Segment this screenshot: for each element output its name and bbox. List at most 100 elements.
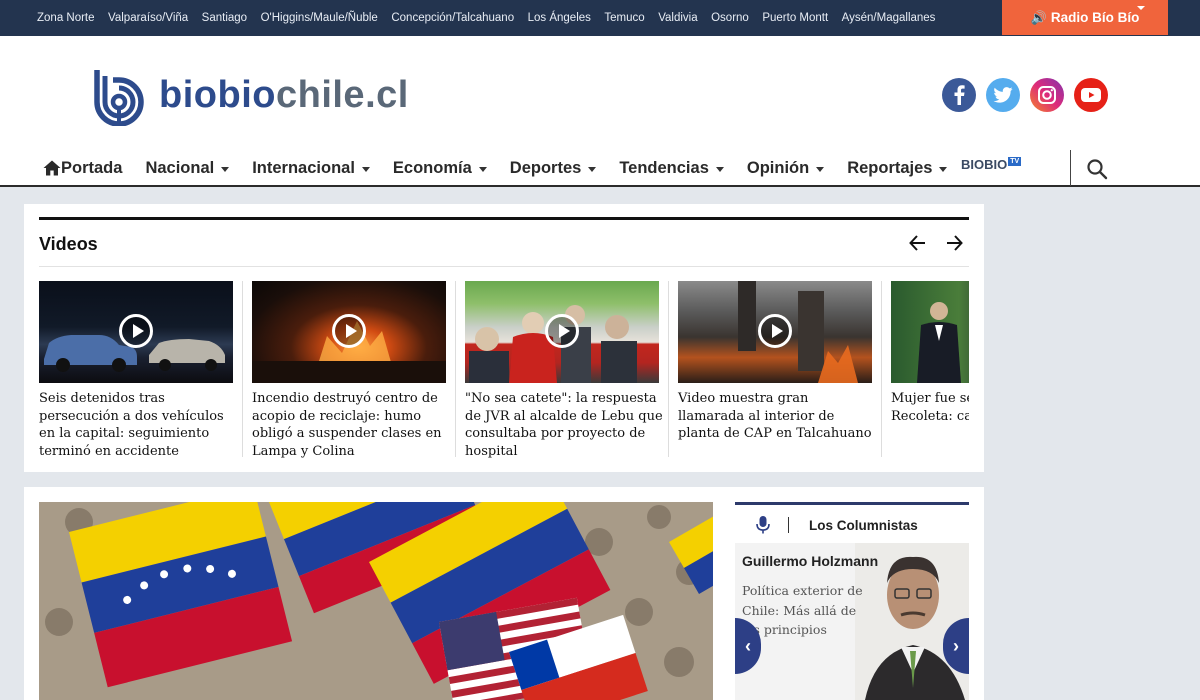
main-nav: Portada Nacional Internacional Economía … (43, 158, 970, 178)
video-thumbnail (465, 281, 659, 383)
region-link[interactable]: Aysén/Magallanes (842, 12, 936, 24)
site-logo[interactable]: biobiochile.cl (91, 66, 409, 126)
youtube-icon[interactable] (1074, 78, 1108, 112)
region-link[interactable]: Los Ángeles (528, 12, 591, 24)
region-link[interactable]: Temuco (604, 12, 644, 24)
dropdown-caret-icon (715, 166, 724, 172)
caret-down-icon (1137, 6, 1145, 10)
video-thumbnail (891, 281, 969, 383)
logo-text-part1: biobio (159, 73, 276, 116)
region-link[interactable]: Osorno (711, 12, 749, 24)
video-divider (668, 281, 669, 457)
video-thumbnail (39, 281, 233, 383)
columnist-name: Guillermo Holzmann (742, 553, 879, 569)
dropdown-caret-icon (478, 166, 487, 172)
dropdown-caret-icon (816, 166, 825, 172)
columnists-title: Los Columnistas (809, 517, 918, 533)
video-thumbnail (678, 281, 872, 383)
biobio-tv-link[interactable]: BIOBIO TV (961, 157, 1022, 172)
nav-item-nacional[interactable]: Nacional (145, 159, 230, 178)
play-icon (332, 314, 366, 348)
carousel-arrows (907, 232, 979, 254)
facebook-icon[interactable] (942, 78, 976, 112)
video-caption: Seis detenidos tras persecución a dos ve… (39, 391, 224, 459)
region-link[interactable]: Puerto Montt (762, 12, 828, 24)
region-link[interactable]: Zona Norte (37, 12, 95, 24)
site-header: biobiochile.cl Portada Nacional Internac… (0, 36, 1200, 187)
nav-item-portada[interactable]: Portada (43, 159, 122, 178)
nav-divider (1070, 150, 1071, 186)
video-item[interactable]: Mujer fue se violada por Recoleta: ca pr… (881, 281, 969, 460)
dropdown-caret-icon (221, 166, 230, 172)
hero-flags-image (39, 502, 713, 700)
video-divider (242, 281, 243, 457)
header-separator (788, 517, 789, 533)
video-divider (881, 281, 882, 457)
video-caption: Video muestra gran llamarada al interior… (678, 391, 872, 441)
radio-biobio-button[interactable]: 🔊 Radio Bío Bío (1002, 0, 1168, 35)
region-link[interactable]: Concepción/Talcahuano (391, 12, 514, 24)
nav-item-label: Opinión (746, 158, 810, 177)
video-caption: Mujer fue se violada por Recoleta: ca pr… (891, 391, 969, 424)
section-divider (39, 266, 969, 267)
videos-section: Videos Seis detenidos tras persecución a… (24, 204, 984, 472)
nav-item-tendencias[interactable]: Tendencias (619, 159, 724, 178)
video-caption: Incendio destruyó centro de acopio de re… (252, 391, 442, 459)
region-link[interactable]: Valparaíso/Viña (108, 12, 188, 24)
arrow-right-icon[interactable] (943, 232, 965, 254)
biobio-logo-icon (94, 70, 144, 126)
region-link[interactable]: Valdivia (658, 12, 697, 24)
arrow-left-icon[interactable] (907, 232, 929, 254)
play-icon (119, 314, 153, 348)
logo-wordmark: biobiochile.cl (159, 74, 409, 117)
video-item[interactable]: Video muestra gran llamarada al interior… (668, 281, 872, 460)
region-links: Zona Norte Valparaíso/Viña Santiago O'Hi… (37, 0, 949, 36)
video-item[interactable]: Incendio destruyó centro de acopio de re… (242, 281, 446, 460)
video-caption: "No sea catete": la respuesta de JVR al … (465, 391, 663, 459)
social-links (942, 78, 1118, 112)
chevron-right-icon: › (953, 635, 959, 656)
tv-badge: TV (1008, 157, 1022, 166)
search-icon[interactable] (1086, 158, 1108, 180)
microphone-icon (756, 516, 770, 534)
nav-item-label: Internacional (252, 158, 355, 177)
nav-item-opinion[interactable]: Opinión (746, 158, 825, 178)
nav-item-economia[interactable]: Economía (393, 159, 487, 178)
columnist-card[interactable]: Guillermo Holzmann Política exterior de … (735, 543, 969, 700)
dropdown-caret-icon (588, 166, 597, 172)
columnists-widget: Los Columnistas Guillermo Holzmann Polít… (735, 502, 969, 700)
video-carousel: Seis detenidos tras persecución a dos ve… (39, 281, 969, 461)
nav-item-label: Reportajes (847, 158, 933, 177)
biobio-tv-label: BIOBIO (961, 157, 1008, 172)
video-item[interactable]: Seis detenidos tras persecución a dos ve… (39, 281, 233, 460)
section-top-rule (735, 502, 969, 505)
video-track: Seis detenidos tras persecución a dos ve… (39, 281, 969, 460)
top-region-bar: Zona Norte Valparaíso/Viña Santiago O'Hi… (0, 0, 1200, 36)
video-thumbnail (252, 281, 446, 383)
nav-item-reportajes[interactable]: Reportajes (847, 158, 948, 178)
play-icon (758, 314, 792, 348)
nav-item-deportes[interactable]: Deportes (510, 159, 597, 178)
nav-item-label: Economía (392, 158, 472, 177)
dropdown-caret-icon (939, 166, 948, 172)
logo-text-part2: chile.cl (275, 73, 409, 116)
columnists-header: Los Columnistas (735, 512, 969, 538)
hero-image[interactable] (39, 502, 713, 700)
section-top-rule (39, 217, 969, 220)
columnist-article-title: Política exterior de Chile: Más allá de … (742, 583, 863, 637)
region-link[interactable]: O'Higgins/Maule/Ñuble (261, 12, 378, 24)
chevron-left-icon: ‹ (745, 635, 751, 656)
dropdown-caret-icon (361, 166, 370, 172)
speaker-icon: 🔊 (1030, 9, 1047, 25)
featured-section: Los Columnistas Guillermo Holzmann Polít… (24, 487, 984, 700)
nav-item-label: Portada (61, 158, 123, 177)
twitter-icon[interactable] (986, 78, 1020, 112)
region-link[interactable]: Santiago (202, 12, 247, 24)
video-item[interactable]: "No sea catete": la respuesta de JVR al … (455, 281, 663, 460)
video-divider (455, 281, 456, 457)
instagram-icon[interactable] (1030, 78, 1064, 112)
radio-button-label: Radio Bío Bío (1050, 10, 1140, 25)
videos-title: Videos (39, 234, 98, 254)
nav-item-internacional[interactable]: Internacional (252, 159, 370, 178)
nav-item-label: Deportes (509, 158, 582, 177)
